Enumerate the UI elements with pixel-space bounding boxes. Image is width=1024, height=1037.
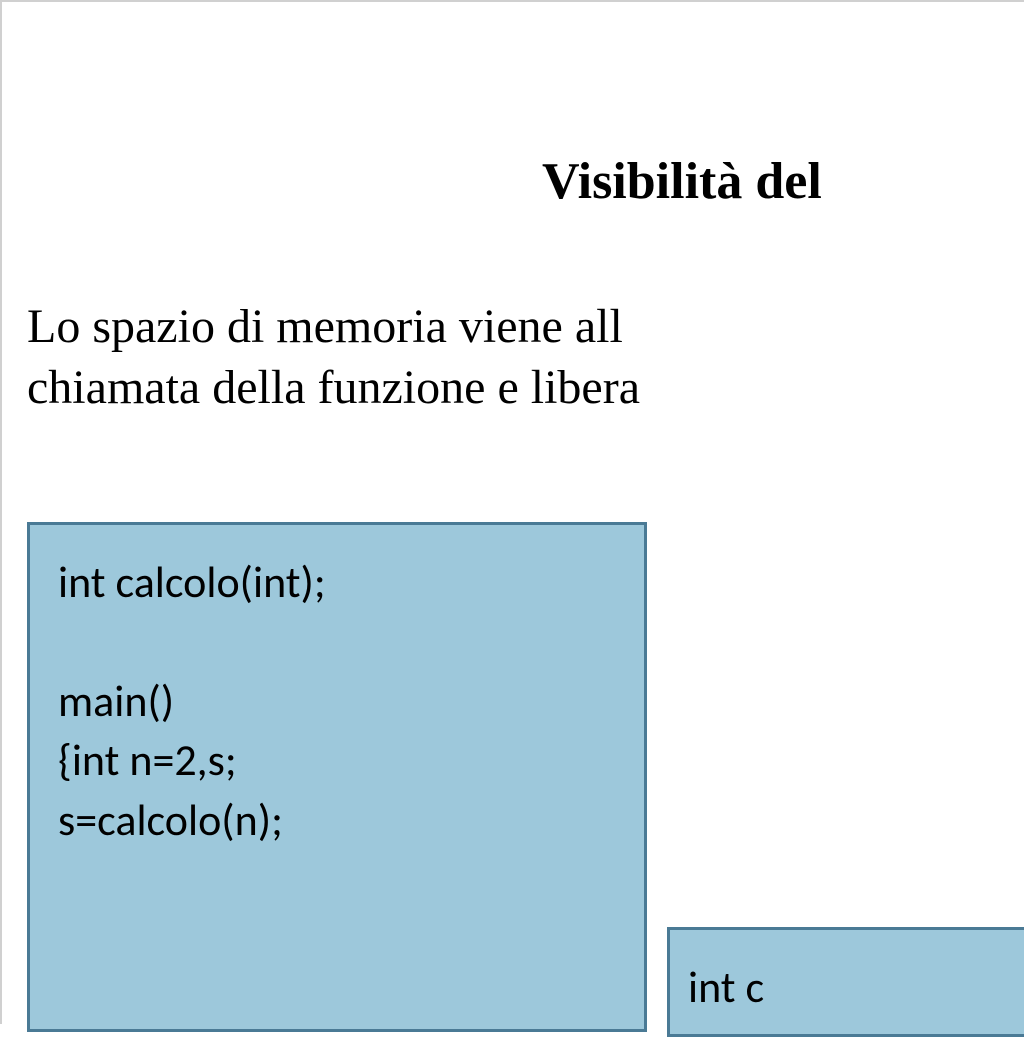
code-line: main()	[58, 672, 616, 731]
code-line: s=calcolo(n);	[58, 791, 616, 850]
slide-title: Visibilità del	[2, 2, 1024, 211]
code-line: int c	[688, 958, 1016, 1017]
code-box-right: int c	[667, 927, 1024, 1037]
code-line: int calcolo(int);	[58, 553, 616, 612]
slide-body: Lo spazio di memoria viene all chiamata …	[2, 211, 1024, 419]
code-blank-line	[58, 612, 616, 671]
code-line: {int n=2,s;	[58, 731, 616, 790]
code-box-left: int calcolo(int); main() {int n=2,s; s=c…	[27, 522, 647, 1032]
body-line-1: Lo spazio di memoria viene all	[27, 296, 1024, 357]
body-line-2: chiamata della funzione e libera	[27, 357, 1024, 418]
